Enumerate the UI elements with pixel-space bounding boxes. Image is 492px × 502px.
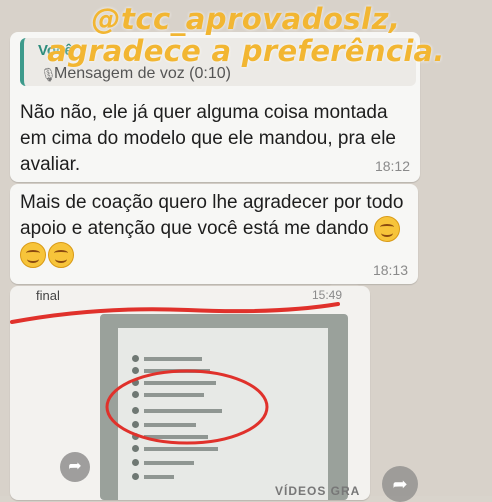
message-time: 18:12 — [374, 158, 410, 174]
message-bubble-2[interactable]: Mais de coação quero lhe agradecer por t… — [10, 184, 418, 284]
watermark-line-1: @tcc_aprovadoslz, — [91, 2, 401, 36]
smiling-face-icon — [373, 216, 400, 242]
smiling-face-icon — [48, 242, 74, 269]
red-underline-stroke — [10, 302, 340, 324]
forward-icon[interactable]: ➦ — [60, 452, 90, 482]
watermark-line-2: agradece a preferência. — [47, 34, 445, 68]
smiling-face-icon — [20, 242, 46, 269]
forward-icon[interactable]: ➦ — [382, 466, 418, 502]
message-text-wrapper: Mais de coação quero lhe agradecer por t… — [20, 190, 412, 269]
message-text: Não não, ele já quer alguma coisa montad… — [20, 102, 397, 175]
message-time: 18:13 — [372, 262, 408, 278]
red-highlight-circle — [105, 369, 269, 445]
message-text: Mais de coação quero lhe agradecer por t… — [20, 192, 404, 240]
